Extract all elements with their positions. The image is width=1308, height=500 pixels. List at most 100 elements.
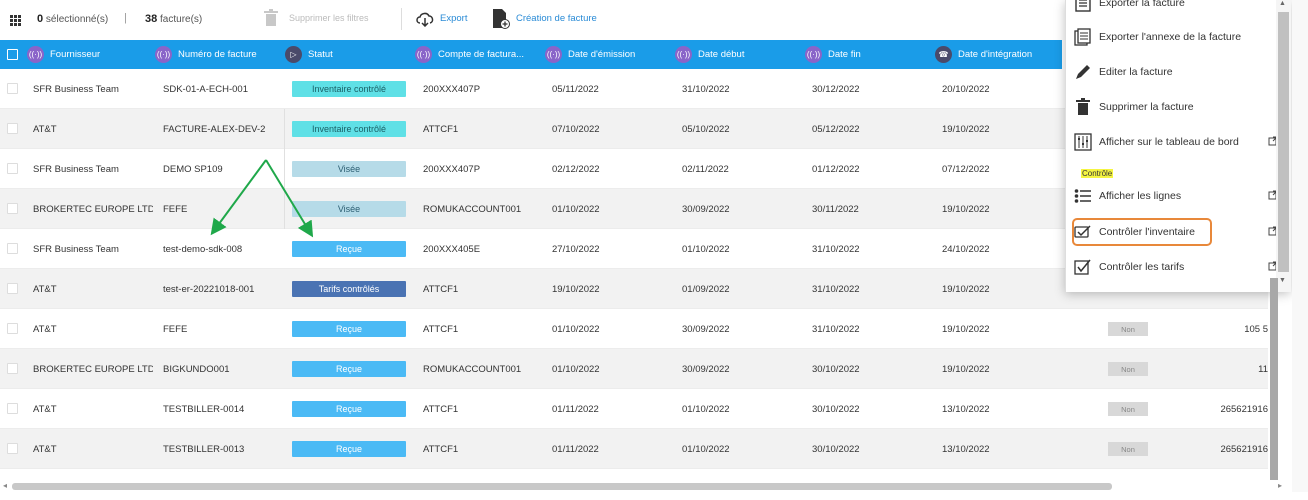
- cell-account: ATTCF1: [423, 323, 459, 335]
- cell-integration-date: 19/10/2022: [942, 363, 990, 375]
- select-all-checkbox[interactable]: [7, 49, 18, 60]
- scroll-up-arrow-icon[interactable]: ▲: [1279, 0, 1286, 7]
- cell-end-date: 31/10/2022: [812, 283, 860, 295]
- cell-integration-date: 19/10/2022: [942, 203, 990, 215]
- cell-account: ATTCF1: [423, 443, 459, 455]
- tariff-check-icon: [1074, 258, 1092, 276]
- cell-end-date: 31/10/2022: [812, 323, 860, 335]
- invoice-count: 38 facture(s): [145, 13, 202, 25]
- status-badge: Tarifs contrôlés: [292, 281, 406, 297]
- column-header-issue-date[interactable]: ((·)) Date d'émission: [545, 40, 635, 69]
- dashboard-icon: [1074, 133, 1092, 151]
- cell-issue-date: 02/12/2022: [552, 163, 600, 175]
- grid-menu-icon[interactable]: [10, 15, 21, 26]
- create-invoice-icon[interactable]: [492, 9, 510, 29]
- column-header-invoice-number[interactable]: ((·)) Numéro de facture: [155, 40, 257, 69]
- menu-section-label: Contrôle: [1081, 169, 1114, 178]
- status-badge: Reçue: [292, 401, 406, 417]
- menu-item-edit-invoice[interactable]: Editer la facture: [1074, 57, 1282, 87]
- cell-supplier: AT&T: [33, 403, 57, 415]
- menu-item-check-tariffs[interactable]: Contrôler les tarifs: [1074, 252, 1282, 282]
- cell-amount: 105 5: [1244, 323, 1268, 335]
- column-header-start-date[interactable]: ((·)) Date début: [675, 40, 744, 69]
- column-header-integration-date[interactable]: ☎ Date d'intégration: [935, 40, 1032, 69]
- page-horizontal-scroll-thumb[interactable]: [12, 483, 1112, 490]
- menu-item-label: Exporter l'annexe de la facture: [1099, 31, 1242, 43]
- cell-invoice-number: test-er-20221018-001: [163, 283, 255, 295]
- cell-account: ATTCF1: [423, 123, 459, 135]
- status-icon: ▷: [285, 46, 302, 63]
- list-icon: [1074, 187, 1092, 205]
- cell-account: ATTCF1: [423, 283, 459, 295]
- row-checkbox[interactable]: [7, 163, 18, 174]
- cell-invoice-number: DEMO SP109: [163, 163, 223, 175]
- table-row[interactable]: AT&T TESTBILLER-0014 ATTCF1 01/11/2022 01/10…: [0, 389, 1268, 429]
- status-badge: Reçue: [292, 241, 406, 257]
- cell-invoice-number: FEFE: [163, 323, 188, 335]
- menu-item-show-dashboard[interactable]: Afficher sur le tableau de bord: [1074, 127, 1282, 157]
- clear-filters-icon[interactable]: [264, 9, 278, 27]
- cell-invoice-number: test-demo-sdk-008: [163, 243, 243, 255]
- column-header-status[interactable]: ▷ Statut: [285, 40, 333, 69]
- phone-icon: ☎: [935, 46, 952, 63]
- cell-account: ATTCF1: [423, 403, 459, 415]
- menu-item-export-invoice[interactable]: Exporter la facture: [1074, 0, 1282, 18]
- table-row[interactable]: AT&T TESTBILLER-0013 ATTCF1 01/11/2022 01/10…: [0, 429, 1268, 469]
- column-header-end-date[interactable]: ((·)) Date fin: [805, 40, 861, 69]
- column-header-supplier[interactable]: ((·)) Fournisseur: [27, 40, 100, 69]
- cell-end-date: 05/12/2022: [812, 123, 860, 135]
- table-row[interactable]: AT&T FEFE ATTCF1 01/10/2022 30/09/2022 31/10/…: [0, 309, 1268, 349]
- column-header-account[interactable]: ((·)) Compte de factura...: [415, 40, 524, 69]
- cell-integration-date: 19/10/2022: [942, 323, 990, 335]
- menu-item-export-annex[interactable]: Exporter l'annexe de la facture: [1074, 22, 1282, 52]
- annotation-highlight-box: [1072, 218, 1212, 246]
- menu-item-delete-invoice[interactable]: Supprimer la facture: [1074, 92, 1282, 122]
- cell-amount: 265621916: [1220, 443, 1268, 455]
- row-checkbox[interactable]: [7, 443, 18, 454]
- non-badge: Non: [1108, 442, 1148, 456]
- scroll-down-arrow-icon[interactable]: ▼: [1279, 277, 1286, 284]
- row-checkbox[interactable]: [7, 363, 18, 374]
- menu-scroll-thumb[interactable]: [1278, 12, 1289, 272]
- status-badge: Inventaire contrôlé: [292, 121, 406, 137]
- antenna-icon: ((·)): [27, 46, 44, 63]
- cloud-download-icon[interactable]: [415, 11, 435, 27]
- row-checkbox[interactable]: [7, 243, 18, 254]
- menu-item-label: Afficher sur le tableau de bord: [1099, 136, 1239, 148]
- cell-supplier: BROKERTEC EUROPE LTD (CI: [33, 363, 153, 375]
- menu-item-show-lines[interactable]: Afficher les lignes: [1074, 181, 1282, 211]
- page-vertical-scroll-thumb[interactable]: [1270, 278, 1278, 483]
- cell-supplier: AT&T: [33, 283, 57, 295]
- documents-icon: [1074, 28, 1092, 46]
- row-checkbox[interactable]: [7, 283, 18, 294]
- row-checkbox[interactable]: [7, 403, 18, 414]
- column-header-label: Date d'intégration: [958, 49, 1033, 60]
- cell-start-date: 01/10/2022: [682, 443, 730, 455]
- non-badge: Non: [1108, 322, 1148, 336]
- create-invoice-button[interactable]: Création de facture: [516, 13, 597, 24]
- status-badge: Reçue: [292, 441, 406, 457]
- cell-issue-date: 19/10/2022: [552, 283, 600, 295]
- cell-invoice-number: BIGKUNDO001: [163, 363, 230, 375]
- cell-integration-date: 13/10/2022: [942, 403, 990, 415]
- page-vertical-scrollbar[interactable]: [1292, 0, 1308, 492]
- scroll-right-arrow-icon[interactable]: ▸: [1278, 481, 1282, 490]
- cell-start-date: 31/10/2022: [682, 83, 730, 95]
- export-button[interactable]: Export: [440, 13, 467, 24]
- scroll-left-arrow-icon[interactable]: ◂: [3, 481, 7, 490]
- row-checkbox[interactable]: [7, 83, 18, 94]
- clear-filters-button[interactable]: Supprimer les filtres: [289, 13, 369, 23]
- context-menu: Exporter la facture Exporter l'annexe de…: [1065, 0, 1291, 292]
- column-header-label: Date d'émission: [568, 49, 636, 60]
- row-checkbox[interactable]: [7, 123, 18, 134]
- status-badge: Inventaire contrôlé: [292, 81, 406, 97]
- row-checkbox[interactable]: [7, 203, 18, 214]
- cell-amount: 265621916: [1220, 403, 1268, 415]
- table-row[interactable]: BROKERTEC EUROPE LTD (CI BIGKUNDO001 ROMUK…: [0, 349, 1268, 389]
- menu-scrollbar[interactable]: ▲ ▼: [1276, 0, 1291, 292]
- row-checkbox[interactable]: [7, 323, 18, 334]
- cell-invoice-number: TESTBILLER-0014: [163, 403, 245, 415]
- status-badge: Reçue: [292, 321, 406, 337]
- toolbar-separator: |: [124, 12, 127, 24]
- cell-integration-date: 20/10/2022: [942, 83, 990, 95]
